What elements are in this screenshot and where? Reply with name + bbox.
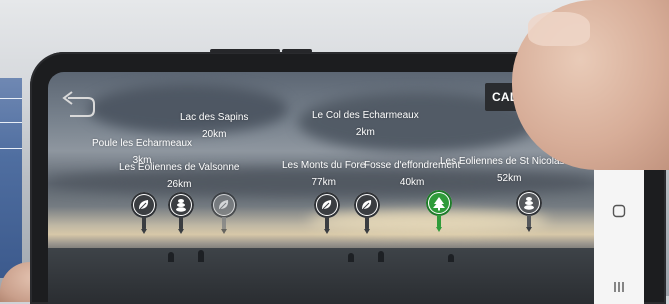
stones-icon <box>176 199 186 212</box>
poi-name: Poule les Echarmeaux <box>92 138 193 149</box>
leaf-icon <box>139 200 149 210</box>
poi-label[interactable]: Les Eoliennes de Valsonne 26km <box>119 162 239 191</box>
poi-distance: 26km <box>167 179 192 190</box>
poi-name: Le Col des Echarmeaux <box>312 110 419 121</box>
nav-home-icon[interactable] <box>594 204 644 218</box>
poi-name: Les Monts du Fore <box>282 160 366 171</box>
poi-marker[interactable] <box>314 192 340 234</box>
poi-marker[interactable] <box>168 192 194 234</box>
ar-camera-view[interactable]: CALIBRATION Poule les Echarmeaux 3km Lac… <box>48 72 594 304</box>
poi-marker-selected[interactable] <box>426 190 452 232</box>
phone-power-button <box>282 49 312 53</box>
tree-icon <box>433 197 445 211</box>
thumb-nail <box>528 12 590 46</box>
poi-name: Lac des Sapins <box>180 112 249 123</box>
nav-recents-icon[interactable] <box>594 280 644 294</box>
leaf-icon <box>219 200 229 210</box>
leaf-icon <box>362 200 372 210</box>
poi-marker[interactable] <box>131 192 157 234</box>
poi-marker[interactable] <box>516 190 542 232</box>
poi-name: Les Eoliennes de Valsonne <box>119 162 240 173</box>
back-arrow-icon[interactable] <box>58 88 98 122</box>
treeline <box>48 250 594 262</box>
poi-marker[interactable] <box>211 192 237 234</box>
poi-marker[interactable] <box>354 192 380 234</box>
leaf-icon <box>322 200 332 210</box>
background-building <box>0 78 22 278</box>
poi-distance: 20km <box>201 129 227 140</box>
poi-label[interactable]: Les Monts du Fore 77km <box>282 160 365 189</box>
poi-label[interactable]: Lac des Sapins 20km <box>180 112 248 141</box>
phone-volume-button <box>210 49 280 53</box>
poi-label[interactable]: Le Col des Echarmeaux 2km <box>312 110 419 139</box>
poi-distance: 2km <box>355 127 375 138</box>
poi-distance: 77km <box>311 177 336 188</box>
poi-distance: 52km <box>496 173 522 184</box>
stones-icon <box>524 197 534 210</box>
